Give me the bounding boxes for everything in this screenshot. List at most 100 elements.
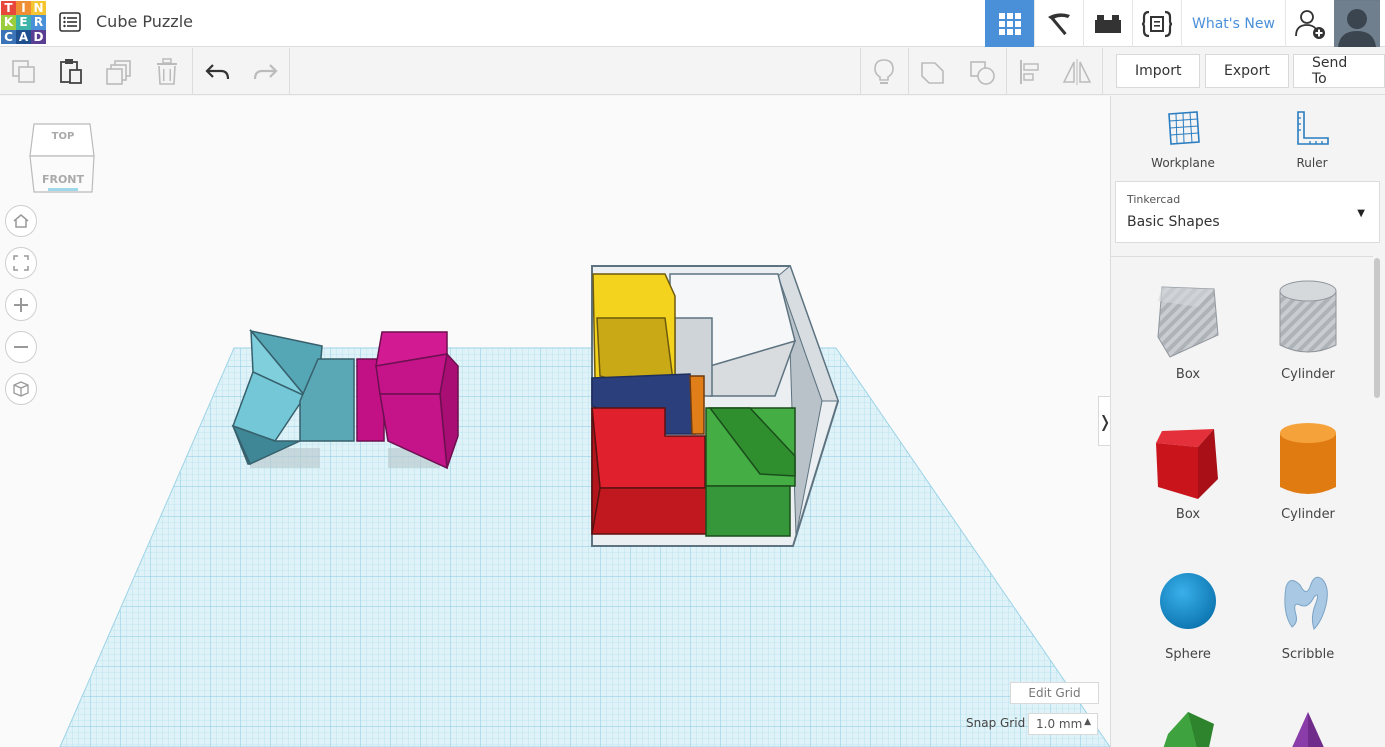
- ruler-tool[interactable]: Ruler: [1272, 108, 1352, 170]
- tinkercad-logo[interactable]: T I N K E R C A D: [1, 1, 46, 44]
- green-roof-icon: [1163, 712, 1214, 747]
- list-icon: [59, 12, 81, 32]
- toolbar-divider: [192, 48, 193, 95]
- chevron-right-icon: ❭: [1098, 412, 1110, 431]
- grid-icon: [998, 12, 1021, 35]
- shape-pyramid[interactable]: [1258, 702, 1358, 747]
- red-box-icon: [1156, 429, 1218, 499]
- shape-box-hole[interactable]: Box: [1138, 277, 1238, 382]
- snap-grid-value: 1.0 mm: [1036, 717, 1083, 731]
- codeblocks-view-button[interactable]: [1132, 0, 1181, 47]
- orthographic-toggle-button[interactable]: [5, 373, 37, 405]
- align-icon: [1020, 60, 1039, 84]
- redo-button[interactable]: [250, 57, 280, 87]
- copy-button[interactable]: [9, 57, 39, 87]
- mirror-button[interactable]: [1062, 57, 1092, 87]
- shape-sphere[interactable]: Sphere: [1138, 557, 1238, 662]
- add-collaborator-button[interactable]: [1284, 0, 1334, 47]
- shape-label: Box: [1175, 367, 1201, 382]
- caret-up-icon: ▲: [1084, 717, 1091, 727]
- ungroup-button[interactable]: [967, 57, 997, 87]
- bricks-view-button[interactable]: [1083, 0, 1132, 47]
- logo-letter: T: [1, 1, 16, 16]
- green-puzzle-piece[interactable]: [705, 407, 796, 537]
- import-button[interactable]: Import: [1116, 54, 1201, 88]
- zoom-out-button[interactable]: [5, 331, 37, 363]
- fit-view-icon: [13, 255, 29, 271]
- ungroup-icon: [970, 61, 995, 85]
- group-button[interactable]: [918, 57, 948, 87]
- mirror-icon: [1062, 59, 1092, 85]
- snap-grid-select[interactable]: 1.0 mm ▲: [1028, 713, 1098, 735]
- minus-icon: [14, 346, 28, 348]
- caret-down-icon: ▼: [1357, 208, 1365, 219]
- pickaxe-icon: [1048, 12, 1070, 35]
- view-cube-top-label[interactable]: TOP: [40, 131, 86, 142]
- cylinder-hole-icon: [1279, 280, 1337, 353]
- undo-button[interactable]: [203, 57, 233, 87]
- panel-collapse-handle[interactable]: ❭: [1098, 396, 1110, 446]
- copy-icon: [12, 60, 35, 83]
- redo-icon: [253, 64, 278, 80]
- workplane-scene[interactable]: [0, 96, 1110, 747]
- library-name: Basic Shapes: [1127, 214, 1220, 230]
- cube-view-icon: [13, 381, 29, 397]
- shape-label: Scribble: [1281, 647, 1335, 662]
- edit-grid-button[interactable]: Edit Grid: [1010, 682, 1099, 704]
- snap-grid-label: Snap Grid: [966, 716, 1026, 730]
- align-button[interactable]: [1015, 57, 1045, 87]
- scrollbar-thumb[interactable]: [1374, 258, 1380, 398]
- 3d-viewport[interactable]: TOP FRONT ❭ Edit Grid Snap Grid 1.0 mm ▲: [0, 96, 1110, 747]
- design-list-button[interactable]: [58, 10, 82, 34]
- shape-library-select[interactable]: Tinkercad Basic Shapes ▼: [1115, 181, 1380, 243]
- project-title[interactable]: Cube Puzzle: [96, 12, 193, 31]
- workplane-icon: [1168, 111, 1200, 145]
- undo-icon: [205, 64, 230, 80]
- toolbar-divider: [860, 48, 861, 95]
- paste-button[interactable]: [56, 57, 86, 87]
- minecraft-view-button[interactable]: [1034, 0, 1083, 47]
- shapes-panel: Workplane Ruler Tinkercad Basic Shapes ▼: [1110, 96, 1385, 747]
- trash-icon: [157, 58, 177, 85]
- shape-label: Cylinder: [1281, 367, 1335, 382]
- toolbar-divider: [1102, 48, 1103, 95]
- notes-button[interactable]: [869, 57, 899, 87]
- view-cube-front-label[interactable]: FRONT: [36, 173, 90, 186]
- toolbar-divider: [908, 48, 909, 95]
- duplicate-button[interactable]: [104, 57, 134, 87]
- logo-letter: C: [1, 29, 16, 44]
- send-to-button[interactable]: Send To: [1293, 54, 1385, 88]
- 3d-design-view-button[interactable]: [985, 0, 1034, 47]
- code-blocks-icon: [1141, 10, 1173, 37]
- logo-letter: I: [16, 1, 31, 16]
- orange-puzzle-piece[interactable]: [689, 375, 705, 435]
- user-add-icon: [1295, 9, 1325, 39]
- workplane-tool[interactable]: Workplane: [1143, 108, 1223, 170]
- scribble-icon: [1284, 576, 1328, 630]
- group-icon: [921, 62, 944, 84]
- logo-letter: R: [31, 15, 46, 30]
- shape-box[interactable]: Box: [1138, 417, 1238, 522]
- top-bar: T I N K E R C A D Cube Puzzle What's New: [0, 0, 1385, 47]
- logo-letter: A: [16, 29, 31, 44]
- sphere-icon: [1160, 573, 1216, 629]
- shape-scribble[interactable]: Scribble: [1258, 557, 1358, 662]
- logo-letter: N: [31, 1, 46, 16]
- workplane-label: Workplane: [1151, 156, 1215, 170]
- user-avatar[interactable]: [1333, 0, 1380, 47]
- toolbar-divider: [1006, 48, 1007, 95]
- zoom-in-button[interactable]: [5, 289, 37, 321]
- box-hole-icon: [1157, 286, 1219, 358]
- duplicate-icon: [106, 60, 131, 85]
- home-view-button[interactable]: [5, 205, 37, 237]
- shape-cylinder-hole[interactable]: Cylinder: [1258, 277, 1358, 382]
- top-right-controls: What's New: [985, 0, 1380, 47]
- fit-view-button[interactable]: [5, 247, 37, 279]
- shape-cylinder[interactable]: Cylinder: [1258, 417, 1358, 522]
- shapes-scrollbar[interactable]: [1373, 258, 1381, 743]
- shape-roof[interactable]: [1138, 702, 1238, 747]
- whats-new-link[interactable]: What's New: [1181, 0, 1285, 47]
- brick-icon: [1095, 14, 1121, 33]
- delete-button[interactable]: [152, 57, 182, 87]
- export-button[interactable]: Export: [1205, 54, 1289, 88]
